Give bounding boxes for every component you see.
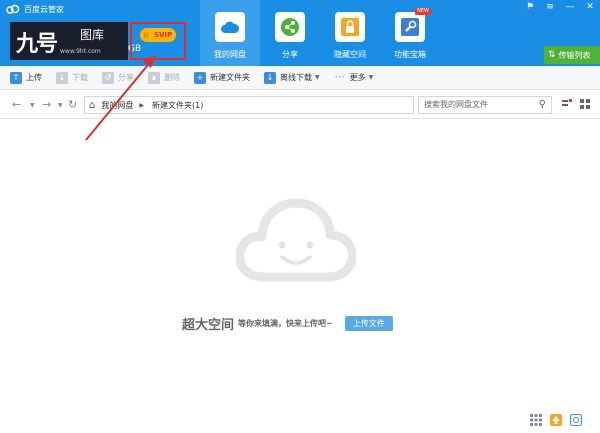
new-folder-label: 新建文件夹 [210,73,250,82]
watermark-site-name: 图库 [80,28,105,42]
new-tag: NEW [415,8,431,15]
toolbox-icon: NEW [395,8,431,42]
nav-label: 分享 [282,50,298,59]
toolbar: ↑ 上传 ↓ 下载 ↺ 分享 ∎ 删除 + 新建文件夹 ↓ 离线下载 ▼ ⋯ 更… [0,66,600,90]
svip-badge[interactable]: ♕ SVIP [140,28,177,42]
breadcrumb: ⌂ 我的网盘 ▶ 新建文件夹(1) [84,96,414,114]
watermark-logo: 九号 [16,31,58,57]
offline-download-icon: ↓ [264,71,276,84]
search-input[interactable]: 搜索我的网盘文件 ⚲ [418,96,552,114]
cloud-disk-icon [215,12,245,42]
download-button[interactable]: ↓ 下载 [56,71,88,84]
transfer-list-button[interactable]: ⇅ 传输列表 [544,46,600,64]
lock-icon [335,12,365,42]
share-button[interactable]: ↺ 分享 [102,71,134,84]
more-dots-icon: ⋯ [334,71,345,83]
upload-icon: ↑ [10,71,22,84]
breadcrumb-item[interactable]: 新建文件夹(1) [152,100,203,111]
nav-label: 我的网盘 [214,50,246,59]
home-icon[interactable]: ⌂ [89,100,95,111]
status-bar-icons [530,414,582,426]
more-label: 更多 [349,73,366,82]
offline-download-label: 离线下载 [280,73,312,82]
empty-subtext: 等你来填满，快来上传吧~ [238,319,333,328]
nav-label: 隐藏空间 [334,50,366,59]
share-label: 分享 [118,73,134,82]
forward-arrow-icon[interactable]: → [42,98,51,111]
trash-icon: ∎ [148,71,160,84]
baidu-cloud-window: 百度云管家 ⚑ ≡ — ✕ 九号 图库 www.9ht.com GB ♕ SVI… [0,0,600,433]
download-icon: ↓ [56,71,68,84]
delete-label: 删除 [164,73,180,82]
view-switcher [562,99,590,109]
breadcrumb-item[interactable]: 我的网盘 [101,100,133,111]
back-arrow-icon[interactable]: ← [12,98,21,111]
upload-file-button[interactable]: 上传文件 [344,316,393,331]
header-bar: 百度云管家 ⚑ ≡ — ✕ 九号 图库 www.9ht.com GB ♕ SVI… [0,0,600,66]
watermark: 九号 图库 www.9ht.com [10,22,128,60]
minimize-icon[interactable]: — [564,1,576,13]
message-icon[interactable] [570,414,582,426]
bell-icon[interactable]: ⚑ [524,1,536,13]
nav-hidden-space[interactable]: 隐藏空间 [320,0,380,66]
chevron-down-icon: ▼ [368,74,374,81]
upgrade-arrow-icon[interactable] [550,414,562,426]
nav-toolbox[interactable]: NEW 功能宝箱 [380,0,440,66]
empty-headline: 超大空间 [182,318,235,333]
nav-my-disk[interactable]: 我的网盘 [200,0,260,66]
share-icon [275,12,305,42]
title-row: 百度云管家 [6,2,64,16]
app-title: 百度云管家 [24,4,64,14]
more-button[interactable]: ⋯ 更多 ▼ [334,72,374,84]
svip-label: SVIP [154,31,173,39]
back-history-chevron-icon[interactable]: ▼ [30,102,35,109]
new-folder-icon: + [194,71,206,84]
nav-label: 功能宝箱 [394,50,426,59]
crown-icon: ♕ [142,31,151,41]
window-controls: ⚑ ≡ — ✕ [524,1,596,13]
apps-grid-icon[interactable] [530,414,542,426]
close-icon[interactable]: ✕ [584,1,596,13]
new-folder-button[interactable]: + 新建文件夹 [194,71,250,84]
empty-cloud-icon [236,198,356,282]
upload-button[interactable]: ↑ 上传 [10,71,42,84]
nav-share[interactable]: 分享 [260,0,320,66]
refresh-icon[interactable]: ↻ [68,98,77,111]
chevron-right-icon: ▶ [139,101,144,109]
offline-download-button[interactable]: ↓ 离线下载 ▼ [264,71,320,84]
main-nav: 我的网盘 分享 隐藏空间 NEW 功能宝箱 [200,0,440,66]
empty-state-message: 超大空间 等你来填满，快来上传吧~ 上传文件 [182,314,393,333]
transfer-list-label: 传输列表 [558,50,591,60]
menu-icon[interactable]: ≡ [544,1,556,13]
delete-button[interactable]: ∎ 删除 [148,71,180,84]
app-logo-icon [6,4,20,14]
watermark-url: www.9ht.com [60,48,101,55]
forward-history-chevron-icon[interactable]: ▼ [58,102,63,109]
grid-view-icon[interactable] [580,99,590,109]
address-bar: ← ▼ → ▼ ↻ ⌂ 我的网盘 ▶ 新建文件夹(1) 搜索我的网盘文件 ⚲ [0,91,600,119]
sort-icon[interactable] [562,99,572,109]
search-icon[interactable]: ⚲ [539,97,546,113]
download-label: 下载 [72,73,88,82]
transfer-icon: ⇅ [548,50,556,60]
share-toolbar-icon: ↺ [102,71,114,84]
search-placeholder: 搜索我的网盘文件 [424,100,488,109]
upload-label: 上传 [26,73,42,82]
chevron-down-icon: ▼ [315,74,320,81]
